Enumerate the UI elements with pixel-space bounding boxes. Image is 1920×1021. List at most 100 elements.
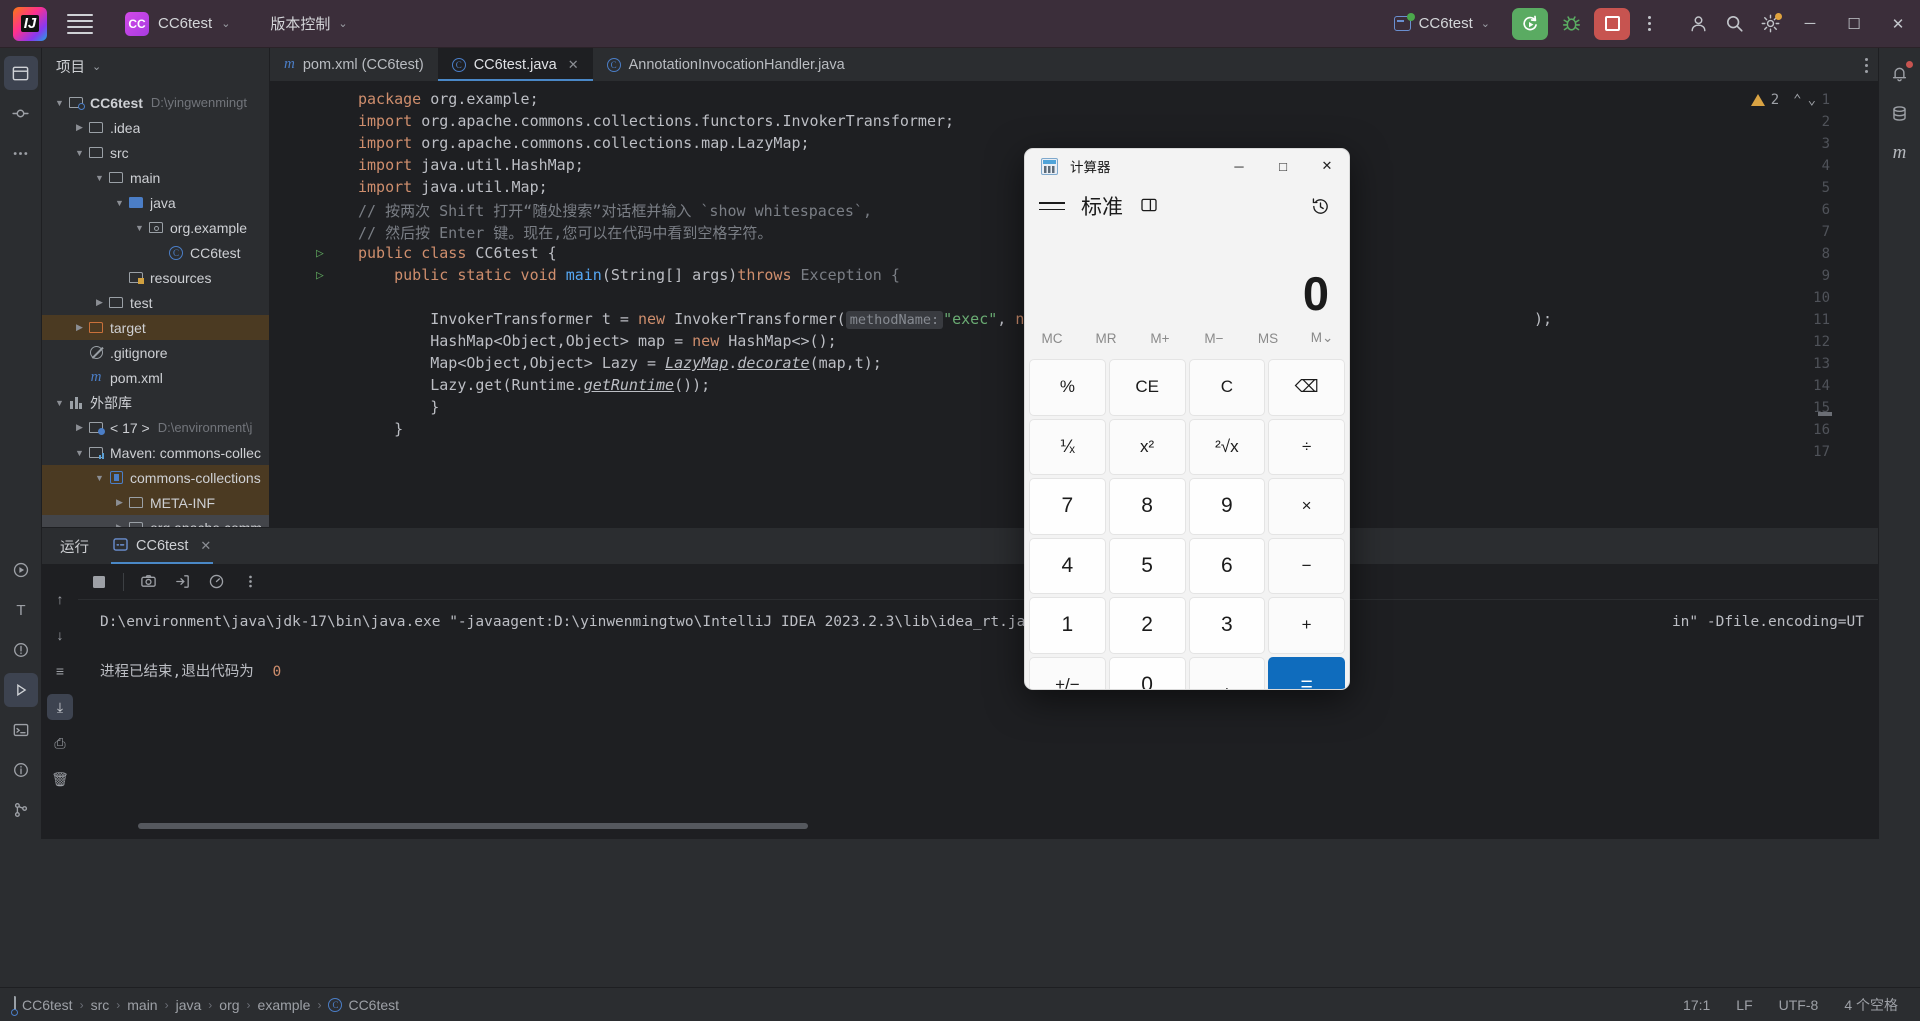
square-button[interactable]: x² (1108, 418, 1186, 475)
inspection-widget[interactable]: 2 ⌃ ⌄ (1750, 92, 1816, 108)
backspace-button[interactable]: ⌫ (1268, 359, 1345, 416)
todo-tool-icon[interactable]: T (4, 593, 38, 627)
chevron-right-icon[interactable]: ▶ (112, 497, 127, 508)
tree-node-cc6test[interactable]: C CC6test (42, 240, 269, 265)
run-tool-icon[interactable] (4, 553, 38, 587)
nine-button[interactable]: 9 (1188, 478, 1266, 535)
clear-entry-button[interactable]: CE (1108, 359, 1186, 416)
version-control-menu[interactable]: 版本控制 ⌄ (262, 9, 355, 38)
git-tool-icon[interactable] (4, 793, 38, 827)
negate-button[interactable]: +/− (1029, 656, 1106, 689)
editor-tab-cc6test.java[interactable]: C CC6test.java ✕ (437, 48, 593, 81)
chevron-down-icon[interactable]: ▼ (72, 148, 87, 158)
tree-node-.gitignore[interactable]: .gitignore (42, 340, 269, 365)
breadcrumb-item-cc6test[interactable]: C CC6test (328, 997, 399, 1013)
project-tool-icon[interactable] (3, 56, 38, 90)
six-button[interactable]: 6 (1188, 537, 1266, 594)
scroll-up-icon[interactable]: ↑ (47, 586, 73, 612)
history-icon[interactable] (1305, 191, 1335, 221)
screenshot-icon[interactable] (133, 568, 163, 596)
minimize-icon[interactable]: ─ (1217, 149, 1261, 183)
tree-node-.idea[interactable]: ▶ .idea (42, 115, 269, 140)
tree-node-17[interactable]: ▶ < 17 > D:\environment\j (42, 415, 269, 440)
run-gutter-icon[interactable]: ▷ (316, 246, 324, 261)
chevron-down-icon[interactable]: ▼ (52, 398, 67, 408)
problems-tool-icon[interactable] (4, 633, 38, 667)
chevron-up-icon[interactable]: ⌃ (1793, 92, 1801, 108)
multiply-button[interactable]: × (1268, 478, 1345, 535)
indent-setting[interactable]: 4 个空格 (1844, 995, 1898, 1015)
chevron-right-icon[interactable]: ▶ (92, 297, 107, 308)
commit-tool-icon[interactable] (4, 96, 38, 130)
hamburger-menu-icon[interactable] (67, 11, 93, 37)
run-panel-tab[interactable]: CC6test ✕ (111, 528, 214, 564)
maven-icon[interactable]: m (1883, 136, 1917, 170)
memory-add-button[interactable]: M+ (1133, 331, 1187, 346)
two-button[interactable]: 2 (1108, 597, 1186, 654)
close-icon[interactable]: ✕ (568, 57, 579, 73)
close-icon[interactable]: ✕ (200, 538, 211, 554)
more-tool-icon[interactable] (4, 136, 38, 170)
minimize-icon[interactable]: ─ (1788, 0, 1832, 48)
three-button[interactable]: 3 (1188, 597, 1266, 654)
search-icon[interactable] (1716, 6, 1752, 42)
tree-node-cc6test[interactable]: ▼ CC6test D:\yingwenmingt (42, 90, 269, 115)
maximize-icon[interactable]: □ (1261, 149, 1305, 183)
chevron-right-icon[interactable]: ▶ (72, 322, 87, 333)
tree-node-mavencommons-collec[interactable]: ▼ Maven: commons-collec (42, 440, 269, 465)
percent-button[interactable]: % (1029, 359, 1106, 416)
run-configuration-selector[interactable]: CC6test ⌄ (1386, 11, 1498, 36)
chevron-down-icon[interactable]: ▼ (52, 98, 67, 108)
four-button[interactable]: 4 (1029, 537, 1106, 594)
close-icon[interactable]: ✕ (1305, 149, 1349, 183)
calculator-window[interactable]: 计算器 ─ □ ✕ 标准 0 MC MR M+ M− MS M⌄ % CE C … (1024, 148, 1350, 690)
seven-button[interactable]: 7 (1029, 478, 1106, 535)
chevron-down-icon[interactable]: ▼ (132, 223, 147, 233)
tree-node-test[interactable]: ▶ test (42, 290, 269, 315)
project-selector[interactable]: CC CC6test ⌄ (117, 8, 238, 40)
breadcrumb-item-org[interactable]: org (219, 997, 239, 1013)
maximize-icon[interactable]: ☐ (1832, 0, 1876, 48)
add-button[interactable]: + (1268, 597, 1345, 654)
reciprocal-button[interactable]: ⅟ₓ (1029, 418, 1106, 475)
more-vertical-icon[interactable] (1636, 8, 1662, 40)
memory-subtract-button[interactable]: M− (1187, 331, 1241, 346)
more-vertical-icon[interactable] (235, 568, 265, 596)
subtract-button[interactable]: − (1268, 537, 1345, 594)
tree-node-target[interactable]: ▶ target (42, 315, 269, 340)
divide-button[interactable]: ÷ (1268, 418, 1345, 475)
chevron-right-icon[interactable]: ▶ (72, 422, 87, 433)
profiler-icon[interactable] (201, 568, 231, 596)
tree-node-pom.xml[interactable]: m pom.xml (42, 365, 269, 390)
soft-wrap-icon[interactable]: ≡ (47, 658, 73, 684)
zero-button[interactable]: 0 (1108, 656, 1186, 689)
tree-node-resources[interactable]: resources (42, 265, 269, 290)
editor-tab-pom.xml[interactable]: m pom.xml (CC6test) (270, 48, 438, 81)
chevron-down-icon[interactable]: ⌄ (92, 60, 101, 73)
editor-gutter[interactable] (270, 82, 352, 527)
decimal-button[interactable]: . (1188, 656, 1266, 689)
square-root-button[interactable]: ²√x (1188, 418, 1266, 475)
database-icon[interactable] (1883, 96, 1917, 130)
notifications-icon[interactable] (1883, 56, 1917, 90)
chevron-down-icon[interactable]: ⌄ (1808, 92, 1816, 108)
scroll-to-end-icon[interactable]: ⤓ (47, 694, 73, 720)
debug-bug-icon[interactable] (1554, 8, 1588, 40)
caret-position[interactable]: 17:1 (1683, 997, 1710, 1013)
stop-icon[interactable] (1594, 7, 1630, 40)
memory-recall-button[interactable]: MR (1079, 331, 1133, 346)
clear-all-icon[interactable]: 🗑 (47, 766, 73, 792)
memory-clear-button[interactable]: MC (1025, 331, 1079, 346)
tree-node-java[interactable]: ▼ java (42, 190, 269, 215)
editor-tab-annotationinvocationhandler.java[interactable]: C AnnotationInvocationHandler.java (593, 48, 859, 81)
run-gutter-icon[interactable]: ▷ (316, 268, 324, 283)
terminal-tool-icon[interactable] (4, 713, 38, 747)
console-horizontal-scrollbar[interactable] (138, 823, 808, 829)
breadcrumb-item-main[interactable]: main (127, 997, 157, 1013)
tree-node-main[interactable]: ▼ main (42, 165, 269, 190)
chevron-right-icon[interactable]: ▶ (72, 122, 87, 133)
rerun-icon[interactable] (1512, 7, 1548, 40)
chevron-down-icon[interactable]: ▼ (112, 198, 127, 208)
memory-dropdown-button[interactable]: M⌄ (1295, 330, 1349, 346)
tree-node-meta-inf[interactable]: ▶ META-INF (42, 490, 269, 515)
